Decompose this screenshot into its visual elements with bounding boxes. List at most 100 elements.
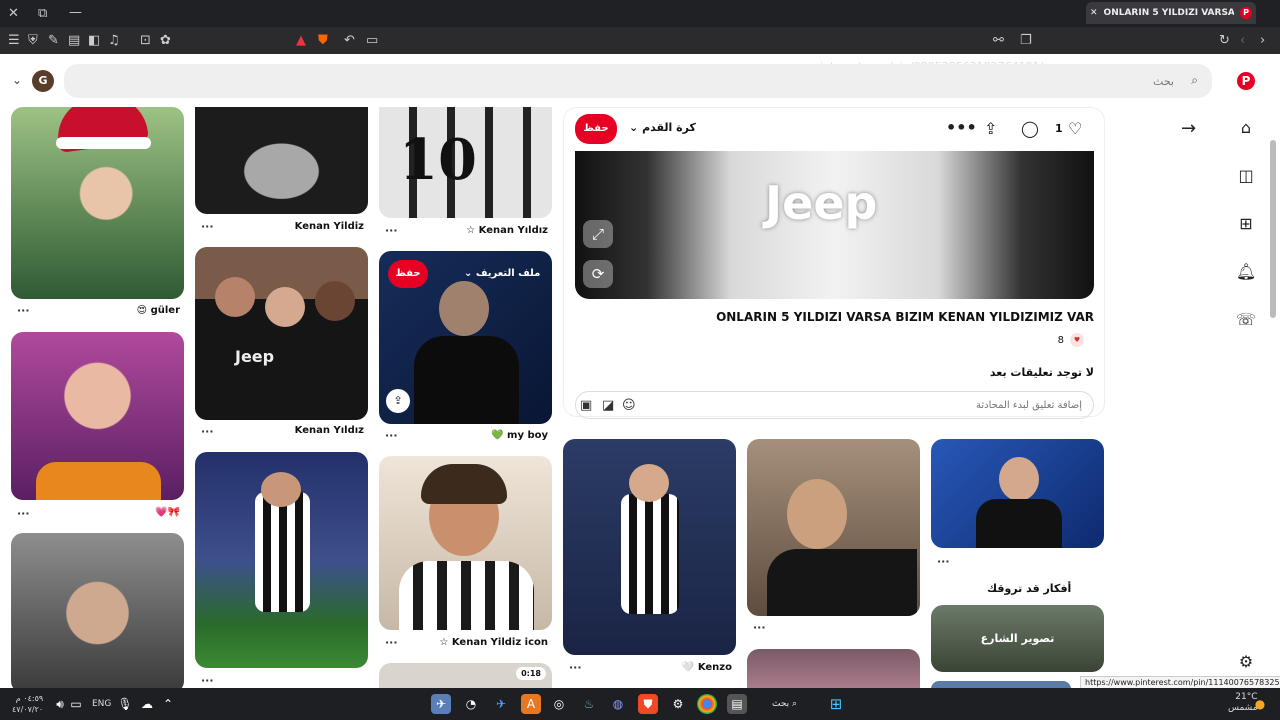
heart-icon[interactable]: ♡ xyxy=(1068,119,1082,138)
pin-title[interactable]: Kenan Yıldız xyxy=(295,425,364,436)
pinterest-logo-icon[interactable]: P xyxy=(1237,72,1255,90)
screenshot-icon[interactable]: ⊡ xyxy=(140,34,151,47)
search-bar[interactable]: ⌕ xyxy=(64,64,1212,98)
windows-start-icon[interactable]: ⊞ xyxy=(826,694,846,714)
pin-more-icon[interactable]: ··· xyxy=(385,224,398,237)
pin-image[interactable]: Jeep xyxy=(195,247,368,420)
back-icon[interactable]: ‹ xyxy=(1240,34,1245,47)
tabs-icon[interactable]: ▤ xyxy=(68,34,80,47)
pin-title[interactable]: Kenzo 🤍 xyxy=(682,662,732,673)
pin-image[interactable] xyxy=(563,439,736,655)
share-icon[interactable]: ⇪ xyxy=(984,119,997,138)
pin-main-image[interactable]: Jeep xyxy=(575,151,1094,299)
pin-title[interactable]: 🎀💗 xyxy=(155,507,180,518)
home-icon[interactable]: ⌂ xyxy=(1234,116,1258,140)
notifications-icon[interactable]: 🔔︎ xyxy=(1234,260,1258,284)
pin-title[interactable]: my boy 💚 xyxy=(491,430,548,441)
warning-icon[interactable]: ▲ xyxy=(296,34,306,47)
telegram-icon[interactable]: ✈ xyxy=(491,694,511,714)
menu-icon[interactable]: ☰ xyxy=(8,34,20,47)
pin-image[interactable]: 10 xyxy=(379,107,552,218)
brave-shield-icon[interactable]: ⛊ xyxy=(318,34,328,47)
photo-icon[interactable]: ▣ xyxy=(580,398,592,413)
pin-more-icon[interactable]: ··· xyxy=(753,621,766,634)
app-a-icon[interactable]: A xyxy=(521,694,541,714)
visual-search-icon[interactable]: ⟳ xyxy=(583,260,613,288)
pin-title[interactable]: Kenan Yildiz xyxy=(295,221,364,232)
music-icon[interactable]: ♫ xyxy=(108,34,120,47)
extensions-icon[interactable]: ✿ xyxy=(160,34,171,47)
comment-box[interactable]: ▣ ◪ ☺ xyxy=(575,391,1094,419)
pin-more-icon[interactable]: ··· xyxy=(569,661,582,674)
idea-card[interactable]: تصوير الشارع xyxy=(931,605,1104,672)
taskbar-search[interactable]: بحث ⌕ xyxy=(772,699,797,709)
board-selector[interactable]: كرة القدم ⌄ xyxy=(629,121,696,134)
pin-image[interactable] xyxy=(379,456,552,630)
settings-icon[interactable]: ⚙ xyxy=(1234,650,1258,674)
pin-image[interactable] xyxy=(11,533,184,693)
discord-icon[interactable]: ◍ xyxy=(608,694,628,714)
pin-image[interactable] xyxy=(747,649,920,693)
pin-image[interactable] xyxy=(747,439,920,616)
steam-icon[interactable]: ♨ xyxy=(579,694,599,714)
telegram-app-icon[interactable]: ✈ xyxy=(431,694,451,714)
display-icon[interactable]: ▭ xyxy=(66,694,86,714)
pin-image[interactable] xyxy=(195,452,368,668)
comment-input[interactable] xyxy=(646,396,1082,414)
pin-more-icon[interactable]: ··· xyxy=(385,636,398,649)
close-window-icon[interactable]: ✕ xyxy=(8,7,19,20)
pin-title[interactable]: Kenan Yıldız ☆ xyxy=(466,225,548,236)
scrollbar[interactable] xyxy=(1270,140,1276,318)
save-button[interactable]: حفظ xyxy=(575,114,617,144)
share-icon[interactable]: ⇪ xyxy=(386,389,410,413)
forward-icon[interactable]: › xyxy=(1260,34,1265,47)
pin-more-icon[interactable]: ··· xyxy=(17,507,30,520)
restore-window-icon[interactable]: ⧉ xyxy=(38,7,47,20)
chrome-icon[interactable] xyxy=(697,694,717,714)
cast-icon[interactable]: ▭ xyxy=(366,34,378,47)
pin-more-icon[interactable]: ··· xyxy=(17,304,30,317)
pin-more-icon[interactable]: ··· xyxy=(201,674,214,687)
more-options-icon[interactable]: ••• xyxy=(946,118,977,137)
pin-image[interactable] xyxy=(931,439,1104,548)
cloud-icon[interactable]: ☁ xyxy=(137,694,157,714)
create-icon[interactable]: ⊞ xyxy=(1234,212,1258,236)
tray-chevron-icon[interactable]: ⌃ xyxy=(158,694,178,714)
pin-image[interactable] xyxy=(11,107,184,299)
emoji-icon[interactable]: ☺ xyxy=(622,398,636,413)
pin-image[interactable] xyxy=(195,107,368,214)
link-icon[interactable]: ⚯ xyxy=(993,34,1004,47)
messages-icon[interactable]: ☏ xyxy=(1234,308,1258,332)
app-icon[interactable]: ◔ xyxy=(461,694,481,714)
boards-icon[interactable]: ◫ xyxy=(1234,164,1258,188)
settings-app-icon[interactable]: ⚙ xyxy=(668,694,688,714)
browser-tab-active[interactable]: ✕ ONLARIN 5 YILDIZI VARSA BIZIM KENAN YI… xyxy=(1086,2,1256,24)
chevron-down-icon[interactable]: ⌄ xyxy=(12,73,22,87)
pin-image[interactable] xyxy=(11,332,184,500)
reload-icon[interactable]: ↻ xyxy=(1219,34,1230,47)
pin-icon[interactable]: ✎ xyxy=(48,34,59,47)
pin-more-icon[interactable]: ··· xyxy=(201,425,214,438)
expand-icon[interactable]: ⤢ xyxy=(583,220,613,248)
microphone-icon[interactable]: 🎙︎ xyxy=(115,694,135,714)
tab-close-icon[interactable]: ✕ xyxy=(1090,8,1098,18)
hover-profile-dropdown[interactable]: ملف التعريف ⌄ xyxy=(464,268,540,279)
brave-browser-icon[interactable]: ⛊ xyxy=(638,694,658,714)
file-explorer-icon[interactable]: ▤ xyxy=(727,694,747,714)
avatar[interactable]: G xyxy=(32,70,54,92)
pin-title[interactable]: güler 😍 xyxy=(137,305,180,316)
clock[interactable]: ٠٤:٥٩ م ٤٧/٠٧/٢٠ xyxy=(12,693,43,715)
search-input[interactable] xyxy=(64,64,1212,98)
bookmark-icon[interactable]: ❐ xyxy=(1020,34,1032,47)
reactions[interactable]: 8 ♥ xyxy=(1058,333,1084,347)
shield-icon[interactable]: ⛨ xyxy=(28,34,38,47)
pin-title[interactable]: Kenan Yildiz icon ☆ xyxy=(439,637,548,648)
minimize-window-icon[interactable]: — xyxy=(69,6,82,19)
hover-save-button[interactable]: حفظ xyxy=(388,260,428,288)
pin-more-icon[interactable]: ··· xyxy=(385,429,398,442)
close-pin-arrow-icon[interactable]: → xyxy=(1181,118,1196,139)
comment-icon[interactable]: ◯ xyxy=(1021,119,1039,138)
language-indicator[interactable]: ENG xyxy=(92,699,111,709)
sidebar-icon[interactable]: ◧ xyxy=(88,34,100,47)
app-icon[interactable]: ◎ xyxy=(549,694,569,714)
